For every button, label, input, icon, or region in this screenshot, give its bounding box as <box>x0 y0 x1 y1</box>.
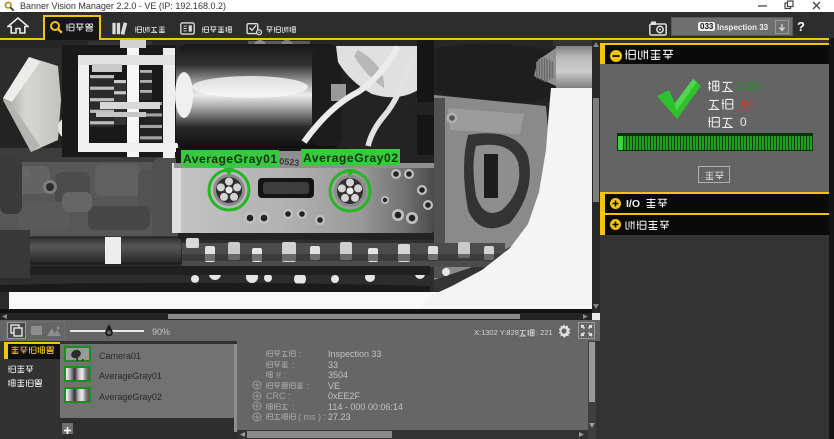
svg-text:AverageGray02: AverageGray02 <box>303 151 398 165</box>
svg-text:AverageGray01: AverageGray01 <box>183 152 277 166</box>
svg-text:0523: 0523 <box>279 156 300 168</box>
